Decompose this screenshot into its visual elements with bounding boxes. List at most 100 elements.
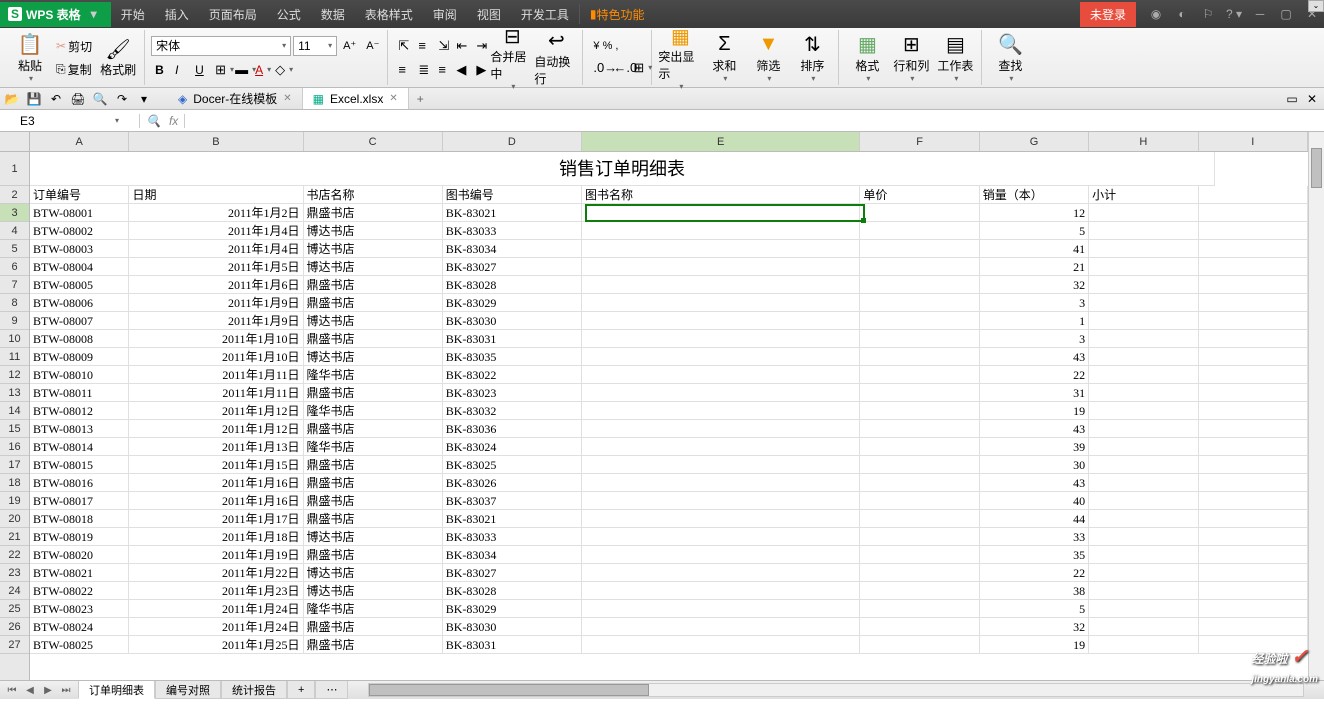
cell[interactable]: 31 <box>980 384 1089 402</box>
menu-start[interactable]: 开始 <box>111 0 155 28</box>
cell[interactable] <box>582 582 860 600</box>
cell[interactable]: BK-83022 <box>443 366 582 384</box>
cell[interactable]: 5 <box>980 222 1089 240</box>
table-row[interactable]: BTW-080102011年1月11日隆华书店BK-8302222 <box>30 366 1308 384</box>
cell[interactable]: 2011年1月17日 <box>129 510 303 528</box>
col-header[interactable]: E <box>582 132 860 151</box>
cell[interactable] <box>1199 186 1308 204</box>
row-header[interactable]: 12 <box>0 366 29 384</box>
cell[interactable]: BK-83027 <box>443 258 582 276</box>
row-header[interactable]: 24 <box>0 582 29 600</box>
sort-button[interactable]: ⇅排序▾ <box>790 30 834 86</box>
menu-table-style[interactable]: 表格样式 <box>355 0 423 28</box>
cell[interactable]: 2011年1月11日 <box>129 366 303 384</box>
print-icon[interactable]: 🖨 <box>70 91 86 107</box>
cell[interactable]: 博达书店 <box>304 348 443 366</box>
cell[interactable] <box>582 348 860 366</box>
cell[interactable]: 博达书店 <box>304 240 443 258</box>
header-cell[interactable]: 图书名称 <box>582 186 860 204</box>
table-row[interactable]: BTW-080192011年1月18日博达书店BK-8303333 <box>30 528 1308 546</box>
cell[interactable]: 2011年1月19日 <box>129 546 303 564</box>
cell[interactable]: BTW-08010 <box>30 366 129 384</box>
expand-formula-icon[interactable]: ⌄ <box>1308 0 1324 12</box>
format-button[interactable]: ▦格式▾ <box>845 30 889 86</box>
indent-left-icon[interactable]: ⇤ <box>452 36 470 56</box>
cell[interactable] <box>1089 276 1198 294</box>
cell[interactable]: 2011年1月4日 <box>129 240 303 258</box>
cell[interactable]: 35 <box>980 546 1089 564</box>
cell[interactable]: 隆华书店 <box>304 366 443 384</box>
cell[interactable] <box>1089 582 1198 600</box>
cell[interactable]: BTW-08022 <box>30 582 129 600</box>
merge-center-button[interactable]: ⊟合并居中▾ <box>490 30 534 86</box>
last-sheet-icon[interactable]: ⏭ <box>58 685 74 696</box>
table-row[interactable]: BTW-080222011年1月23日博达书店BK-8302838 <box>30 582 1308 600</box>
cell[interactable] <box>1199 276 1308 294</box>
cell[interactable]: 43 <box>980 420 1089 438</box>
cell[interactable]: BTW-08020 <box>30 546 129 564</box>
col-header[interactable]: D <box>443 132 582 151</box>
cell[interactable]: BK-83027 <box>443 564 582 582</box>
table-row[interactable]: BTW-080032011年1月4日博达书店BK-8303441 <box>30 240 1308 258</box>
cell[interactable] <box>1089 312 1198 330</box>
row-header[interactable]: 10 <box>0 330 29 348</box>
cell[interactable]: 40 <box>980 492 1089 510</box>
cell[interactable] <box>1199 546 1308 564</box>
cell[interactable] <box>1089 618 1198 636</box>
name-box[interactable]: E3▾ <box>0 114 140 128</box>
cell[interactable]: BTW-08002 <box>30 222 129 240</box>
row-header[interactable]: 6 <box>0 258 29 276</box>
redo-icon[interactable]: ↷ <box>114 91 130 107</box>
row-header[interactable]: 23 <box>0 564 29 582</box>
sync-icon[interactable]: ◉ <box>1144 2 1168 26</box>
cell[interactable]: BTW-08014 <box>30 438 129 456</box>
cell[interactable]: 2011年1月25日 <box>129 636 303 654</box>
cell[interactable] <box>1199 294 1308 312</box>
cell[interactable] <box>1199 600 1308 618</box>
scroll-thumb[interactable] <box>1311 148 1322 188</box>
skin-icon[interactable]: ◐ <box>1170 2 1194 26</box>
cell[interactable]: 19 <box>980 402 1089 420</box>
cell[interactable]: 3 <box>980 330 1089 348</box>
cell[interactable]: 30 <box>980 456 1089 474</box>
table-row[interactable]: BTW-080212011年1月22日博达书店BK-8302722 <box>30 564 1308 582</box>
col-header[interactable]: H <box>1089 132 1198 151</box>
cell[interactable]: BK-83028 <box>443 276 582 294</box>
cell[interactable] <box>860 222 979 240</box>
cell[interactable] <box>1199 240 1308 258</box>
doc-tab-excel[interactable]: ▦ Excel.xlsx ✕ <box>303 88 409 109</box>
table-row[interactable]: BTW-080252011年1月25日鼎盛书店BK-8303119 <box>30 636 1308 654</box>
select-all-corner[interactable] <box>0 132 29 152</box>
cell[interactable] <box>1089 384 1198 402</box>
cell[interactable] <box>860 618 979 636</box>
cell[interactable]: BK-83030 <box>443 312 582 330</box>
header-cell[interactable]: 小计 <box>1089 186 1198 204</box>
header-cell[interactable]: 单价 <box>860 186 979 204</box>
cell[interactable]: BTW-08006 <box>30 294 129 312</box>
cell[interactable] <box>860 474 979 492</box>
cell[interactable]: 鼎盛书店 <box>304 492 443 510</box>
cell[interactable]: BTW-08017 <box>30 492 129 510</box>
table-row[interactable]: BTW-080172011年1月16日鼎盛书店BK-8303740 <box>30 492 1308 510</box>
col-header[interactable]: B <box>129 132 303 151</box>
cell[interactable]: 博达书店 <box>304 222 443 240</box>
menu-insert[interactable]: 插入 <box>155 0 199 28</box>
filter-button[interactable]: ▼筛选▾ <box>746 30 790 86</box>
cell[interactable] <box>582 636 860 654</box>
row-header[interactable]: 11 <box>0 348 29 366</box>
cell[interactable]: BK-83031 <box>443 330 582 348</box>
cell[interactable]: 鼎盛书店 <box>304 456 443 474</box>
cell[interactable]: 1 <box>980 312 1089 330</box>
cell[interactable] <box>860 546 979 564</box>
cell[interactable] <box>860 564 979 582</box>
table-row[interactable]: 订单编号 日期 书店名称 图书编号 图书名称 单价 销量（本） 小计 <box>30 186 1308 204</box>
cell[interactable] <box>1089 240 1198 258</box>
cell[interactable]: BTW-08005 <box>30 276 129 294</box>
cell[interactable]: 鼎盛书店 <box>304 618 443 636</box>
cell[interactable]: 2011年1月16日 <box>129 492 303 510</box>
currency-icon[interactable]: ¥ % , <box>589 38 622 54</box>
cell[interactable] <box>860 384 979 402</box>
table-row[interactable]: BTW-080052011年1月6日鼎盛书店BK-8302832 <box>30 276 1308 294</box>
cell[interactable] <box>582 618 860 636</box>
cell[interactable]: BK-83034 <box>443 240 582 258</box>
